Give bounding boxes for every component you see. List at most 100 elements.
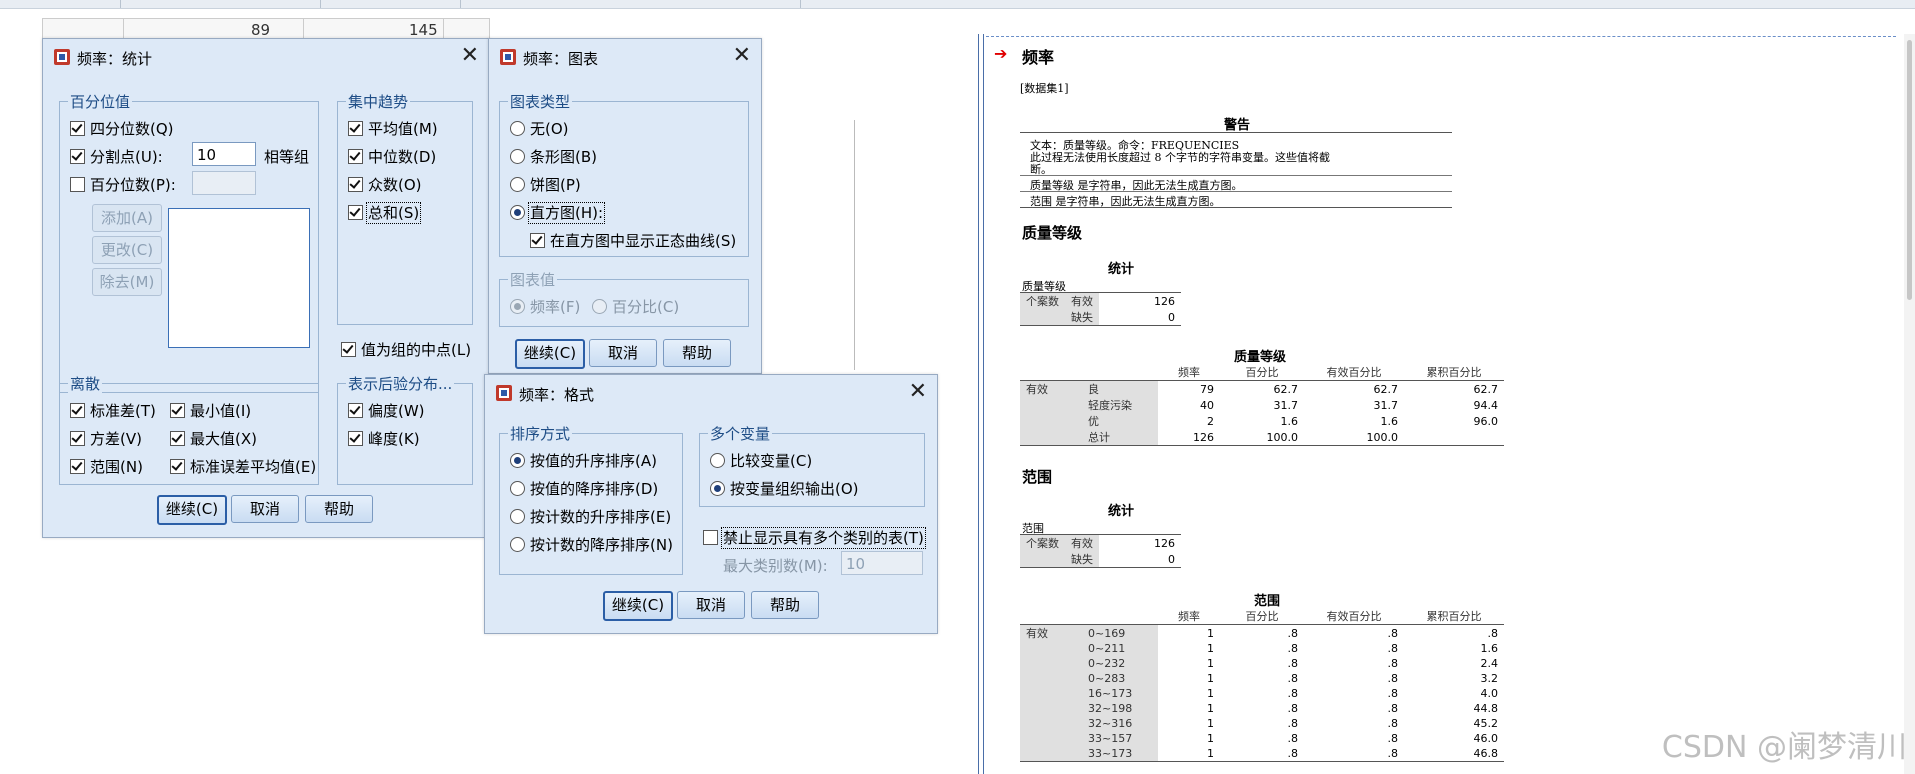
checkbox-checked-icon[interactable]: [70, 121, 85, 136]
radio-icon[interactable]: [710, 453, 725, 468]
sheet-cell[interactable]: 89: [251, 21, 270, 39]
checkbox-checked-icon[interactable]: [348, 205, 363, 220]
dialog-titlebar[interactable]: 频率：格式 ✕: [485, 375, 937, 409]
help-button[interactable]: 帮助: [305, 495, 373, 523]
table-row[interactable]: 优 2 1.6 1.6 96.0: [1020, 413, 1504, 429]
remove-button[interactable]: 除去(M): [92, 268, 162, 296]
checkbox-checked-icon[interactable]: [348, 177, 363, 192]
checkbox-checked-icon[interactable]: [341, 342, 356, 357]
radio-selected-icon[interactable]: [510, 205, 525, 220]
radio-icon[interactable]: [510, 537, 525, 552]
table-row[interactable]: 32~316 1 .8 .8 45.2: [1020, 716, 1504, 731]
freq-table-range[interactable]: 频率 百分比 有效百分比 累积百分比 有效 0~169 1.8.8.8 0~211 1.8.8…: [1020, 608, 1504, 762]
table-row[interactable]: 33~173 1.8.8 46.8: [1020, 746, 1504, 762]
bar-chart-radio[interactable]: 条形图(B): [510, 146, 597, 167]
organize-by-variable-radio[interactable]: 按变量组织输出(O): [710, 478, 859, 499]
table-row[interactable]: 轻度污染 40 31.7 31.7 94.4: [1020, 397, 1504, 413]
histogram-radio[interactable]: 直方图(H):: [510, 202, 606, 224]
radio-selected-icon[interactable]: [510, 453, 525, 468]
checkbox-checked-icon[interactable]: [70, 459, 85, 474]
checkbox-checked-icon[interactable]: [530, 233, 545, 248]
percentile-listbox[interactable]: [168, 208, 310, 348]
percentiles-checkbox[interactable]: 百分位数(P):: [70, 174, 176, 195]
maximum-checkbox[interactable]: 最大值(X): [170, 428, 257, 449]
checkbox-checked-icon[interactable]: [348, 121, 363, 136]
table-row[interactable]: 16~173 1 .8 .8 4.0: [1020, 686, 1504, 701]
compare-variables-radio[interactable]: 比较变量(C): [710, 450, 812, 471]
section-title-quality[interactable]: 质量等级: [1022, 222, 1082, 243]
freq-table-quality[interactable]: 频率 百分比 有效百分比 累积百分比 有效良 79 62.7 62.7 62.7 轻度污染 40 3…: [1020, 364, 1504, 446]
scrollbar-thumb[interactable]: [1907, 40, 1912, 300]
stats-table-quality[interactable]: 个案数 有效 126 缺失 0: [1020, 292, 1181, 326]
minimum-checkbox[interactable]: 最小值(I): [170, 400, 251, 421]
kurtosis-checkbox[interactable]: 峰度(K): [348, 428, 420, 449]
radio-icon[interactable]: [510, 149, 525, 164]
sum-checkbox[interactable]: 总和(S): [348, 202, 422, 224]
table-row[interactable]: 总计 126 100.0 100.0: [1020, 429, 1504, 446]
quartiles-checkbox[interactable]: 四分位数(Q): [70, 118, 174, 139]
table-row[interactable]: 0~283 1 .8 .8 3.2: [1020, 671, 1504, 686]
checkbox-checked-icon[interactable]: [348, 403, 363, 418]
max-categories-input[interactable]: 10: [841, 551, 923, 575]
close-icon[interactable]: ✕: [909, 379, 927, 405]
dialog-titlebar[interactable]: 频率：统计 ✕: [43, 39, 489, 73]
variance-checkbox[interactable]: 方差(V): [70, 428, 142, 449]
checkbox-checked-icon[interactable]: [348, 431, 363, 446]
radio-icon[interactable]: [510, 481, 525, 496]
continue-button[interactable]: 继续(C): [157, 495, 227, 525]
table-row[interactable]: 33~157 1 .8 .8 46.0: [1020, 731, 1504, 746]
dialog-titlebar[interactable]: 频率：图表 ✕: [489, 39, 761, 73]
pie-chart-radio[interactable]: 饼图(P): [510, 174, 581, 195]
median-checkbox[interactable]: 中位数(D): [348, 146, 436, 167]
ascending-values-radio[interactable]: 按值的升序排序(A): [510, 450, 657, 471]
change-button[interactable]: 更改(C): [92, 236, 162, 264]
warning-box[interactable]: 文本：质量等级。命令：FREQUENCIES 此过程无法使用长度超过 8 个字节…: [1020, 132, 1452, 208]
section-title-range[interactable]: 范围: [1022, 466, 1052, 487]
radio-icon[interactable]: [510, 177, 525, 192]
checkbox-checked-icon[interactable]: [70, 431, 85, 446]
checkbox-checked-icon[interactable]: [170, 459, 185, 474]
help-button[interactable]: 帮助: [751, 591, 819, 619]
none-radio[interactable]: 无(O): [510, 118, 569, 139]
midpoints-checkbox[interactable]: 值为组的中点(L): [341, 339, 471, 360]
mean-checkbox[interactable]: 平均值(M): [348, 118, 438, 139]
cutpoints-checkbox[interactable]: 分割点(U):: [70, 146, 163, 167]
ascending-counts-radio[interactable]: 按计数的升序排序(E): [510, 506, 671, 527]
descending-counts-radio[interactable]: 按计数的降序排序(N): [510, 534, 673, 555]
checkbox-unchecked-icon[interactable]: [70, 177, 85, 192]
radio-selected-icon[interactable]: [510, 299, 525, 314]
mode-checkbox[interactable]: 众数(O): [348, 174, 422, 195]
checkbox-unchecked-icon[interactable]: [703, 530, 718, 545]
cancel-button[interactable]: 取消: [589, 339, 657, 367]
table-row[interactable]: 0~211 1 .8 .8 1.6: [1020, 641, 1504, 656]
radio-icon[interactable]: [592, 299, 607, 314]
frequencies-radio[interactable]: 频率(F): [510, 296, 580, 317]
add-button[interactable]: 添加(A): [92, 204, 162, 232]
help-button[interactable]: 帮助: [663, 339, 731, 367]
std-dev-checkbox[interactable]: 标准差(T): [70, 400, 156, 421]
radio-selected-icon[interactable]: [710, 481, 725, 496]
cutpoints-input[interactable]: 10: [192, 142, 256, 166]
percentiles-input[interactable]: [192, 171, 256, 195]
table-row[interactable]: 有效 0~169 1.8.8.8: [1020, 624, 1504, 641]
suppress-tables-checkbox[interactable]: 禁止显示具有多个类别的表(T): [703, 527, 926, 549]
stats-table-range[interactable]: 个案数 有效 126 缺失 0: [1020, 534, 1181, 568]
close-icon[interactable]: ✕: [733, 43, 751, 69]
close-icon[interactable]: ✕: [461, 43, 479, 69]
output-title[interactable]: 频率: [1022, 44, 1054, 68]
continue-button[interactable]: 继续(C): [515, 339, 585, 369]
table-row[interactable]: 32~198 1 .8 .8 44.8: [1020, 701, 1504, 716]
cancel-button[interactable]: 取消: [677, 591, 745, 619]
checkbox-checked-icon[interactable]: [70, 149, 85, 164]
viewer-scrollbar[interactable]: [1904, 34, 1915, 774]
radio-icon[interactable]: [510, 509, 525, 524]
range-checkbox[interactable]: 范围(N): [70, 456, 143, 477]
se-mean-checkbox[interactable]: 标准误差平均值(E): [170, 456, 316, 477]
table-row[interactable]: 0~232 1 .8 .8 2.4: [1020, 656, 1504, 671]
checkbox-checked-icon[interactable]: [170, 431, 185, 446]
checkbox-checked-icon[interactable]: [70, 403, 85, 418]
sheet-cell[interactable]: 145: [409, 21, 438, 39]
checkbox-checked-icon[interactable]: [348, 149, 363, 164]
checkbox-checked-icon[interactable]: [170, 403, 185, 418]
descending-values-radio[interactable]: 按值的降序排序(D): [510, 478, 658, 499]
